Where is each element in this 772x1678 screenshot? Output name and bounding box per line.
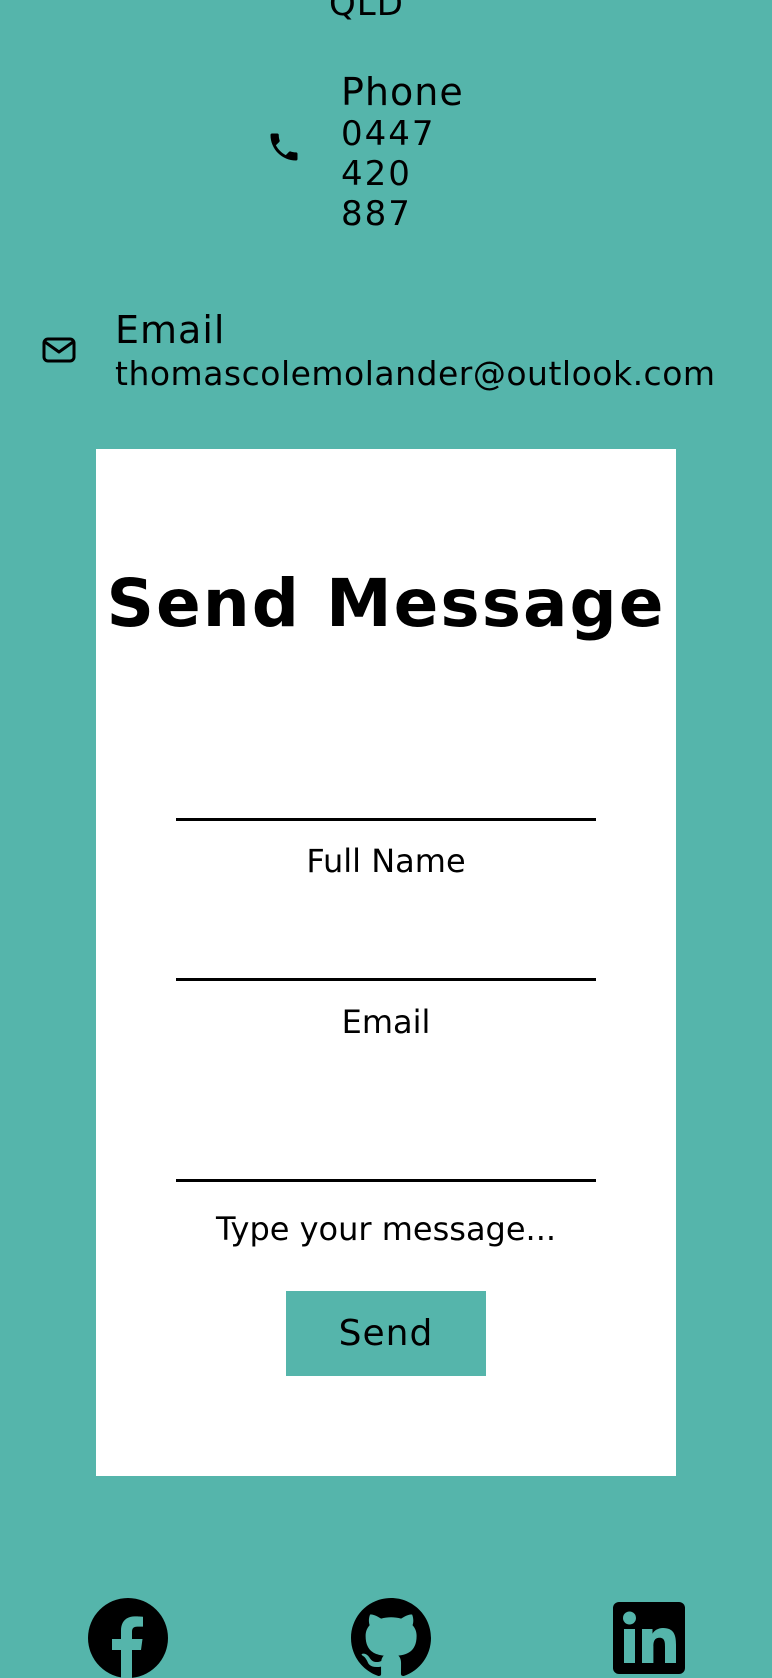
phone-number-part: 887 xyxy=(341,194,412,234)
email-heading: Email xyxy=(115,308,226,352)
github-icon[interactable] xyxy=(351,1598,431,1678)
linkedin-icon[interactable] xyxy=(613,1602,685,1674)
email-input[interactable] xyxy=(176,978,596,981)
envelope-icon xyxy=(42,337,76,363)
phone-number-part: 420 xyxy=(341,154,412,194)
full-name-label: Full Name xyxy=(306,842,466,880)
message-textarea[interactable] xyxy=(176,1179,596,1182)
facebook-icon[interactable] xyxy=(88,1598,168,1678)
contact-form: Send Message Full Name Email Type your m… xyxy=(96,449,676,1476)
email-label: Email xyxy=(341,1003,431,1041)
full-name-input[interactable] xyxy=(176,818,596,821)
form-title: Send Message xyxy=(106,565,666,642)
phone-icon xyxy=(270,133,298,161)
message-label: Type your message... xyxy=(215,1210,557,1248)
phone-heading: Phone xyxy=(341,70,464,114)
send-button[interactable]: Send xyxy=(286,1291,486,1376)
phone-number-part: 0447 xyxy=(341,114,436,154)
location-text: QLD xyxy=(329,0,404,24)
email-address[interactable]: thomascolemolander@outlook.com xyxy=(115,354,716,394)
